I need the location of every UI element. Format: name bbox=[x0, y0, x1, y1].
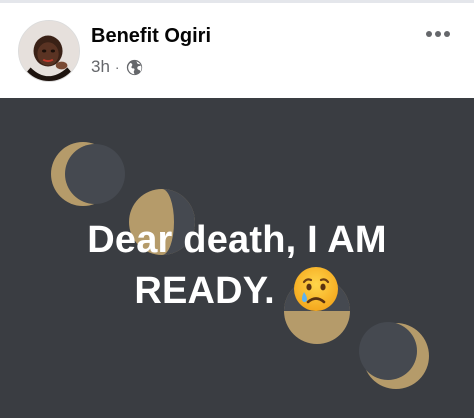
more-dot bbox=[444, 31, 450, 37]
author-avatar[interactable] bbox=[18, 20, 80, 82]
status-message: Dear death, I AM READY. bbox=[87, 219, 387, 312]
more-options-icon[interactable] bbox=[420, 23, 456, 45]
more-dot bbox=[426, 31, 432, 37]
more-dot bbox=[435, 31, 441, 37]
post-header: Benefit Ogiri 3h · bbox=[0, 3, 474, 98]
facebook-post: Benefit Ogiri 3h · Dear death, I AM READ… bbox=[0, 0, 474, 418]
status-background-card: Dear death, I AM READY. bbox=[0, 98, 474, 418]
status-text: Dear death, I AM READY. bbox=[20, 215, 454, 316]
post-timestamp[interactable]: 3h bbox=[91, 57, 110, 77]
profile-avatar-image bbox=[19, 21, 79, 81]
crying-face-emoji bbox=[292, 265, 340, 313]
post-meta: 3h · bbox=[91, 57, 143, 77]
meta-separator: · bbox=[114, 59, 120, 75]
author-name[interactable]: Benefit Ogiri bbox=[91, 25, 211, 48]
globe-icon[interactable] bbox=[126, 59, 143, 76]
